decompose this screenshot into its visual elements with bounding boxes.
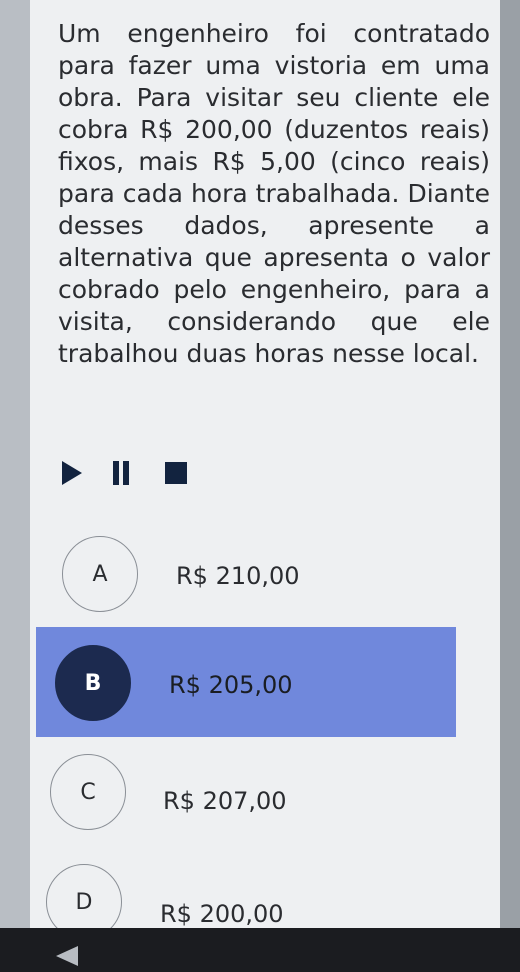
- option-d-text: R$ 200,00: [160, 900, 284, 928]
- pause-icon[interactable]: [113, 461, 131, 485]
- option-c-badge: C: [50, 754, 126, 830]
- option-c[interactable]: C R$ 207,00: [36, 737, 456, 847]
- option-a-badge: A: [62, 536, 138, 612]
- audio-player: [58, 455, 218, 489]
- back-arrow-icon[interactable]: [56, 946, 78, 966]
- bottom-navigation-bar: [0, 928, 520, 972]
- stop-icon[interactable]: [165, 462, 187, 484]
- option-b-badge: B: [55, 645, 131, 721]
- option-a[interactable]: A R$ 210,00: [36, 518, 456, 628]
- play-icon[interactable]: [62, 461, 82, 485]
- screen-edge: [500, 0, 520, 972]
- option-a-text: R$ 210,00: [176, 562, 300, 590]
- option-b-text: R$ 205,00: [169, 671, 293, 699]
- question-text: Um engenheiro foi contratado para fazer …: [58, 19, 490, 368]
- option-b[interactable]: B R$ 205,00: [36, 627, 456, 737]
- option-c-text: R$ 207,00: [163, 787, 287, 815]
